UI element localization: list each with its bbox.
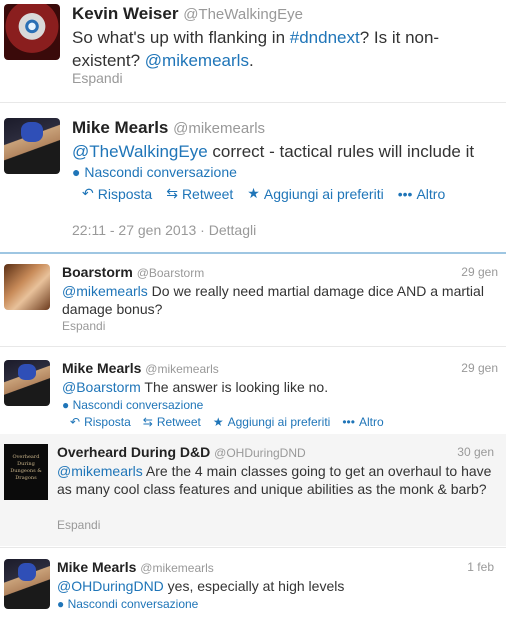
avatar[interactable] [4, 559, 50, 609]
hide-conversation-link[interactable]: ● Nascondi conversazione [72, 164, 237, 180]
hide-conversation-link[interactable]: ● Nascondi conversazione [57, 597, 198, 611]
tweet-time[interactable]: 1 feb [467, 560, 494, 574]
tweet-time[interactable]: 30 gen [457, 445, 494, 459]
avatar[interactable] [4, 118, 60, 174]
star-icon: ★ [247, 185, 260, 201]
divider [0, 102, 506, 103]
tweet-text: @Boarstorm The answer is looking like no… [62, 379, 329, 395]
tweet-mike-mearls-2[interactable]: Mike Mearls @mikemearls 1 feb @OHDuringD… [0, 549, 506, 625]
tweet-text: @mikemearls Do we really need martial da… [62, 283, 484, 317]
mention-link[interactable]: @mikemearls [57, 463, 143, 479]
tweet-kevin-weiser[interactable]: Kevin Weiser @TheWalkingEye So what's up… [0, 0, 506, 100]
more-button[interactable]: ••• Altro [342, 415, 383, 429]
expand-link[interactable]: Espandi [72, 70, 123, 86]
star-icon: ★ [212, 415, 224, 429]
mention-link[interactable]: @mikemearls [62, 283, 148, 299]
author-name[interactable]: Kevin Weiser @TheWalkingEye [72, 4, 303, 24]
details-link[interactable]: Dettagli [209, 222, 256, 238]
speech-bubble-icon: ● [72, 164, 81, 180]
mention-link[interactable]: @Boarstorm [62, 379, 141, 395]
mention-link[interactable]: @TheWalkingEye [72, 142, 208, 161]
author-handle[interactable]: @OHDuringDND [214, 446, 306, 460]
reply-button[interactable]: ↶ Risposta [70, 415, 131, 429]
author-handle[interactable]: @Boarstorm [137, 266, 205, 280]
tweet-boarstorm[interactable]: Boarstorm @Boarstorm 29 gen @mikemearls … [0, 256, 506, 344]
avatar[interactable]: Overheard During Dungeons & Dragons [4, 444, 48, 500]
speech-bubble-icon: ● [62, 398, 70, 412]
author-name[interactable]: Mike Mearls @mikemearls [57, 559, 214, 575]
tweet-actions: ↶ Risposta ⇆ Retweet ★ Aggiungi ai preferit… [70, 415, 384, 429]
more-dots-icon: ••• [342, 415, 355, 429]
tweet-text: @mikemearls Are the 4 main classes going… [57, 463, 492, 497]
author-name[interactable]: Overheard During D&D @OHDuringDND [57, 444, 306, 460]
hashtag-link[interactable]: #dndnext [290, 28, 360, 47]
mention-link[interactable]: @mikemearls [145, 51, 249, 70]
author-handle[interactable]: @mikemearls [145, 362, 219, 376]
tweet-text: So what's up with flanking in #dndnext? … [72, 28, 440, 70]
divider [0, 547, 506, 548]
tweet-overheard-during-dnd[interactable]: Overheard During Dungeons & Dragons Over… [0, 434, 506, 546]
expand-link[interactable]: Espandi [57, 518, 100, 532]
retweet-button[interactable]: ⇆ Retweet [143, 415, 201, 429]
avatar[interactable] [4, 360, 50, 406]
avatar[interactable] [4, 264, 50, 310]
retweet-button[interactable]: ⇆ Retweet [166, 185, 233, 202]
author-handle[interactable]: @mikemearls [140, 561, 214, 575]
tweet-actions: ↶ Risposta ⇆ Retweet ★ Aggiungi ai preferit… [82, 185, 445, 202]
tweet-mike-mearls-expanded[interactable]: Mike Mearls @mikemearls @TheWalkingEye c… [0, 104, 506, 250]
divider [0, 346, 506, 347]
author-name[interactable]: Boarstorm @Boarstorm [62, 264, 204, 280]
reply-button[interactable]: ↶ Risposta [82, 185, 152, 202]
tweet-timestamp: 22:11 - 27 gen 2013 · Dettagli [72, 222, 257, 238]
mention-link[interactable]: @OHDuringDND [57, 578, 164, 594]
more-button[interactable]: ••• Altro [398, 185, 446, 202]
favorite-button[interactable]: ★ Aggiungi ai preferiti [213, 415, 331, 429]
retweet-icon: ⇆ [166, 185, 178, 201]
tweet-text: @OHDuringDND yes, especially at high lev… [57, 578, 345, 594]
reply-arrow-icon: ↶ [70, 415, 81, 429]
favorite-button[interactable]: ★ Aggiungi ai preferiti [247, 185, 383, 202]
tweet-time[interactable]: 29 gen [461, 361, 498, 375]
expand-link[interactable]: Espandi [62, 319, 105, 333]
avatar[interactable] [4, 4, 60, 60]
author-handle[interactable]: @mikemearls [173, 120, 265, 137]
hide-conversation-link[interactable]: ● Nascondi conversazione [62, 398, 203, 412]
author-name[interactable]: Mike Mearls @mikemearls [72, 118, 265, 138]
tweet-time[interactable]: 29 gen [461, 265, 498, 279]
author-name[interactable]: Mike Mearls @mikemearls [62, 360, 219, 376]
retweet-icon: ⇆ [142, 415, 153, 429]
author-handle[interactable]: @TheWalkingEye [183, 6, 303, 23]
more-dots-icon: ••• [397, 185, 413, 202]
speech-bubble-icon: ● [57, 597, 65, 611]
conversation-divider [0, 252, 506, 254]
reply-arrow-icon: ↶ [82, 185, 94, 201]
tweet-mike-mearls[interactable]: Mike Mearls @mikemearls 29 gen @Boarstor… [0, 348, 506, 430]
tweet-text: @TheWalkingEye correct - tactical rules … [72, 142, 475, 161]
